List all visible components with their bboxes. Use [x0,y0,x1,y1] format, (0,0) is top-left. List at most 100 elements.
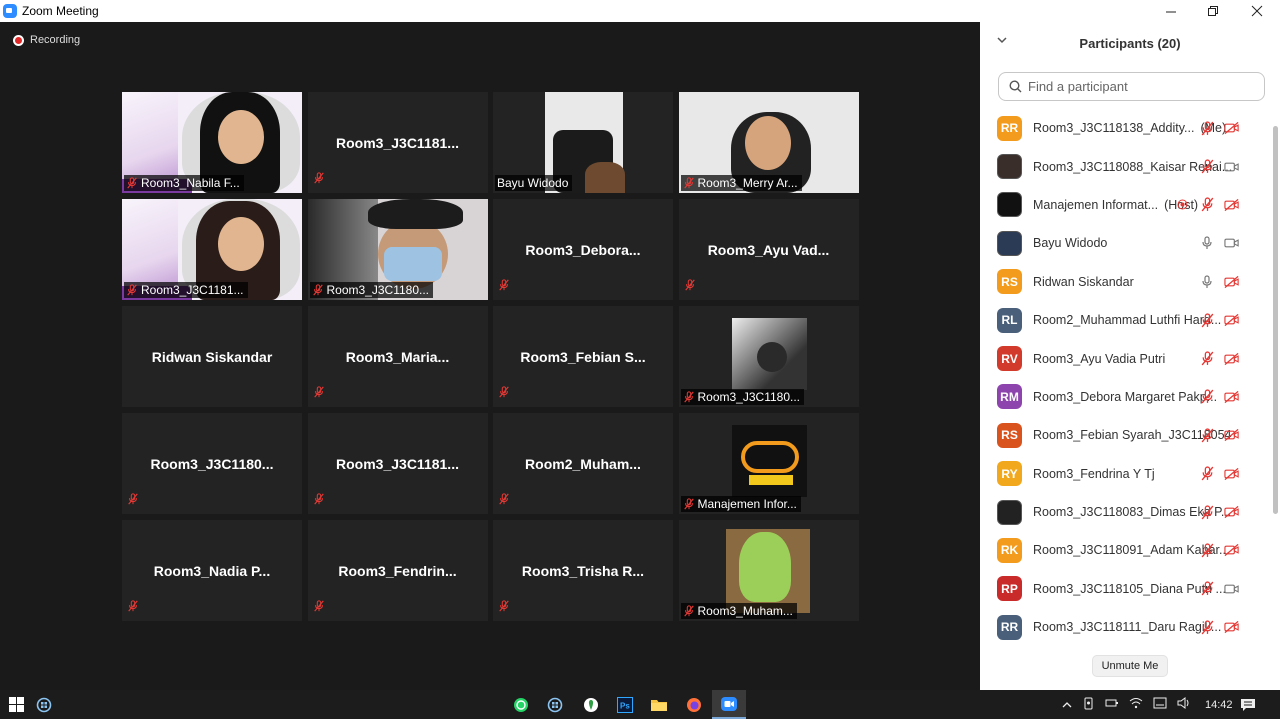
close-button[interactable] [1236,0,1278,22]
video-tile[interactable]: Bayu Widodo [493,92,673,193]
unmute-me-button[interactable]: Unmute Me [1092,655,1168,677]
video-tile[interactable]: Room3_J3C1181... [307,92,488,193]
wifi-icon[interactable] [1129,697,1143,712]
participant-row[interactable]: RS Ridwan Siskandar [980,263,1270,301]
muted-mic-icon [313,493,324,505]
video-tile[interactable]: Room3_J3C1181... [122,199,302,300]
participant-status-icons [1199,378,1240,416]
participant-row[interactable]: Manajemen Informat...(Host) [980,186,1270,224]
video-off-icon [1224,621,1239,634]
participant-name: Room3_J3C1180... [697,390,801,404]
muted-mic-icon [313,172,324,184]
folder-icon [651,699,667,711]
whatsapp-taskbar-button[interactable] [504,690,538,719]
participant-row[interactable]: RY Room3_Fendrina Y Tj [980,455,1270,493]
firefox-taskbar-button[interactable] [677,690,711,719]
video-tile[interactable]: Room3_J3C1180... [122,413,302,514]
participants-title: Participants (20) [1079,35,1181,51]
video-tile[interactable]: Room3_J3C1181... [307,413,488,514]
tile-mute-indicator [313,171,325,189]
video-tile[interactable]: Room3_Ayu Vad... [678,199,859,300]
video-status [1224,427,1240,443]
mic-status [1199,504,1215,520]
participant-name: Room3_Debora... [525,241,641,258]
whatsapp-icon [514,697,528,712]
taskbar-clock[interactable]: 14:42 [1205,699,1233,711]
participant-row[interactable]: Room3_J3C118088_Kaisar Renai... [980,147,1270,185]
tile-mute-indicator [313,599,325,617]
participant-row[interactable]: RP Room3_J3C118105_Diana Putri ... [980,570,1270,608]
tile-mute-indicator [313,385,325,403]
windows-logo-icon [9,696,24,712]
participant-status-icons [1199,531,1240,569]
participant-row[interactable]: RR Room3_J3C118138_Addity... (Me) [980,109,1270,147]
search-input[interactable] [1028,79,1248,94]
video-camera-icon [1224,239,1239,248]
participant-row[interactable]: Bayu Widodo [980,224,1270,262]
participant-row[interactable]: RL Room2_Muhammad Luthfi Hard... [980,301,1270,339]
video-tile[interactable]: Room3_Debora... [493,199,673,300]
zoom-taskbar-button[interactable] [712,690,746,719]
video-tile[interactable]: Room3_Maria... [307,306,488,407]
video-tile[interactable]: Room3_Nabila F... [122,92,302,193]
participant-row[interactable]: Room3_J3C118083_Dimas Eka P... [980,493,1270,531]
video-camera-icon [1224,162,1239,171]
participant-row[interactable]: RS Room3_Febian Syarah_J3C118054 [980,416,1270,454]
file-explorer-taskbar-button[interactable] [642,690,676,719]
video-tile[interactable]: Room3_J3C1180... [678,306,859,407]
video-tile[interactable]: Room3_J3C1180... [307,199,488,300]
video-tile[interactable]: Ridwan Siskandar [122,306,302,407]
show-hidden-icons-chevron-icon[interactable] [1062,699,1072,711]
minimize-button[interactable] [1150,0,1192,22]
volume-icon[interactable] [1177,697,1191,712]
video-off-icon [1224,544,1239,557]
video-tile[interactable]: Room3_Muham... [678,520,859,621]
maps-taskbar-button[interactable] [574,690,608,719]
muted-mic-icon [499,279,509,291]
participant-status-icons [1199,455,1240,493]
mic-status [1199,389,1215,405]
video-tile[interactable]: Room3_Merry Ar... [678,92,859,193]
location-icon[interactable] [1082,697,1095,713]
mic-status [1199,274,1215,290]
mic-status [1199,235,1215,251]
mic-icon [1202,236,1212,250]
mic-status [1199,351,1215,367]
participant-row[interactable]: RK Room3_J3C118091_Adam Kahar... [980,531,1270,569]
task-view-button[interactable] [27,690,61,719]
participant-avatar: RY [997,461,1022,487]
muted-mic-icon [1201,389,1213,404]
recording-indicator[interactable]: Recording [13,34,80,46]
participant-row[interactable]: RM Room3_Debora Margaret Pakp... [980,378,1270,416]
system-tray: 14:42 [1062,690,1233,719]
mic-icon [1202,275,1212,288]
participant-name: Room3_Muham... [697,604,793,618]
collapse-chevron-icon[interactable] [997,35,1007,47]
video-status [1224,504,1240,520]
participant-avatar: RK [997,537,1022,563]
video-tile[interactable]: Room2_Muham... [493,413,673,514]
participant-row[interactable]: RR Room3_J3C118111_Daru Ragil ... [980,608,1270,646]
recording-status-icon [1174,197,1190,213]
video-tile[interactable]: Room3_Fendrin... [307,520,488,621]
battery-plug-icon[interactable] [1105,697,1119,712]
taskview2-taskbar-button[interactable] [538,690,572,719]
participant-list: RR Room3_J3C118138_Addity... (Me) Room3_J3C… [980,109,1270,646]
participant-name: Room2_Muham... [525,455,641,472]
restore-button[interactable] [1192,0,1234,22]
muted-mic-icon [1201,466,1213,481]
participant-row[interactable]: RV Room3_Ayu Vadia Putri [980,339,1270,377]
participant-name: Ridwan Siskandar [151,348,273,365]
video-status [1224,274,1240,290]
video-tile[interactable]: Room3_Febian S... [493,306,673,407]
participant-name: Room3_Trisha R... [521,562,645,579]
participant-list-scrollbar[interactable] [1273,126,1278,514]
muted-mic-icon [127,177,137,189]
photoshop-taskbar-button[interactable]: Ps [608,690,642,719]
video-tile[interactable]: Room3_Trisha R... [493,520,673,621]
participant-search[interactable] [998,72,1265,101]
notifications-button[interactable] [1240,690,1256,719]
video-tile[interactable]: Manajemen Infor... [678,413,859,514]
keyboard-layout-icon[interactable] [1153,697,1167,712]
video-tile[interactable]: Room3_Nadia P... [122,520,302,621]
